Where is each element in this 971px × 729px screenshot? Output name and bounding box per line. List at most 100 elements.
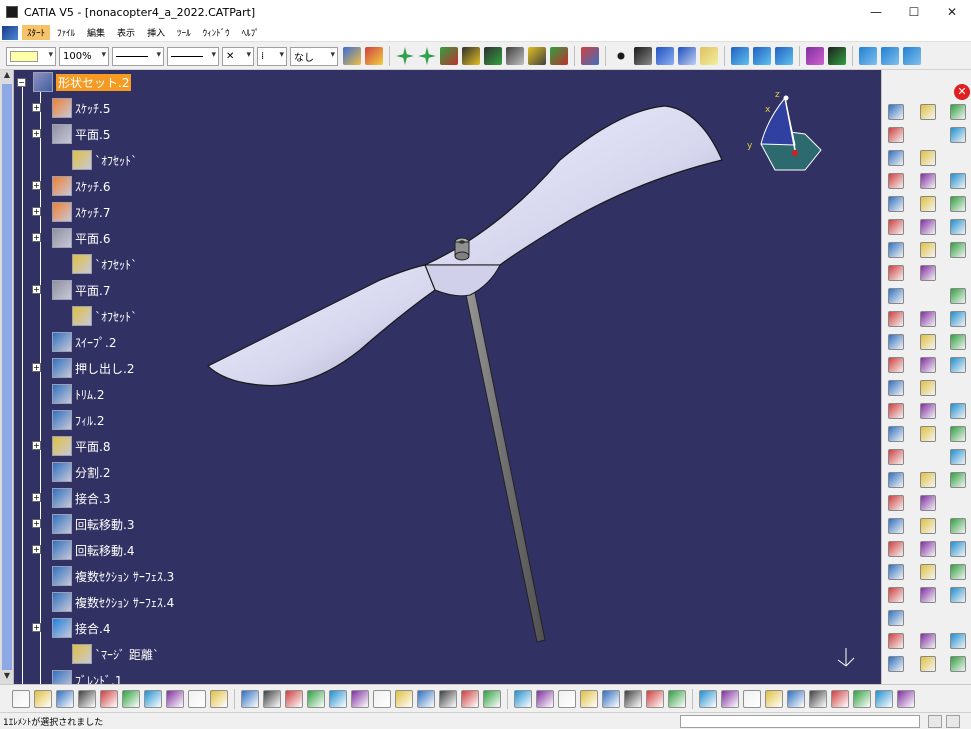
tool-icon[interactable] [920, 104, 936, 120]
plane-icon[interactable] [700, 47, 718, 65]
maximize-button[interactable]: ☐ [895, 0, 933, 24]
tree-item[interactable]: + ｽｹｯﾁ.5 [32, 97, 110, 119]
toolbar-icon[interactable] [307, 689, 325, 708]
tool-icon[interactable] [888, 196, 904, 212]
properties-icon[interactable] [365, 47, 383, 65]
polyline-icon[interactable] [634, 47, 652, 65]
line-tool-icon[interactable] [484, 47, 502, 65]
view-top-icon[interactable] [775, 47, 793, 65]
tool-icon[interactable] [888, 449, 904, 465]
tool-icon[interactable] [950, 472, 966, 488]
surface-icon[interactable] [678, 47, 696, 65]
render-style-combo[interactable]: ⁞ [257, 46, 287, 66]
toolbar-icon[interactable] [514, 689, 532, 708]
snap-move-icon[interactable] [418, 47, 436, 65]
toolbar-icon[interactable] [853, 689, 871, 708]
tool-icon[interactable] [920, 633, 936, 649]
layer-combo[interactable]: なし [290, 46, 338, 66]
toolbar-icon[interactable] [699, 689, 717, 708]
tool-icon[interactable] [888, 173, 904, 189]
tool-icon[interactable] [950, 127, 966, 143]
tool-icon[interactable] [888, 357, 904, 373]
toolbar-icon[interactable] [263, 689, 281, 708]
expand-icon[interactable]: + [32, 181, 41, 190]
tool-icon[interactable] [950, 656, 966, 672]
catalog-icon[interactable] [581, 47, 599, 65]
toolbar-icon[interactable] [624, 689, 642, 708]
tree-item[interactable]: + ｽｹｯﾁ.7 [32, 201, 110, 223]
tool-icon[interactable] [950, 357, 966, 373]
menu-help[interactable]: ﾍﾙﾌﾟ [237, 25, 265, 40]
toolbar-icon[interactable] [78, 689, 96, 708]
tree-item[interactable]: + 回転移動.4 [32, 539, 134, 561]
toolbar-icon[interactable] [765, 689, 783, 708]
tree-item[interactable]: + 平面.8 [32, 435, 110, 457]
tree-item[interactable]: `ｵﾌｾｯﾄ` [72, 149, 137, 171]
tool-icon[interactable] [950, 633, 966, 649]
tree-item[interactable]: + 平面.5 [32, 123, 110, 145]
tree-item[interactable]: + 押し出し.2 [32, 357, 134, 379]
expand-icon[interactable]: + [32, 207, 41, 216]
toolbar-icon[interactable] [483, 689, 501, 708]
tool-icon[interactable] [888, 564, 904, 580]
toolbar-icon[interactable] [875, 689, 893, 708]
tool-icon[interactable] [888, 334, 904, 350]
view-iso-icon[interactable] [753, 47, 771, 65]
tool-icon[interactable] [888, 380, 904, 396]
expand-icon[interactable]: + [32, 103, 41, 112]
tool-icon[interactable] [888, 541, 904, 557]
tool-icon[interactable] [888, 426, 904, 442]
tool-icon[interactable] [888, 288, 904, 304]
toolbar-icon[interactable] [188, 689, 206, 708]
tree-item[interactable]: 複数ｾｸｼｮﾝ ｻｰﾌｪｽ.3 [52, 565, 174, 587]
toolbar-icon[interactable] [285, 689, 303, 708]
tool-icon[interactable] [920, 518, 936, 534]
tool-icon[interactable] [888, 150, 904, 166]
toolbar-icon[interactable] [395, 689, 413, 708]
toolbar-icon[interactable] [439, 689, 457, 708]
tool-icon[interactable] [920, 495, 936, 511]
toolbar-icon[interactable] [809, 689, 827, 708]
tree-item[interactable]: ﾌﾞﾚﾝﾄﾞ.1 [52, 669, 122, 684]
tool-icon[interactable] [950, 104, 966, 120]
menu-edit[interactable]: 編集 [82, 25, 110, 40]
tool-icon[interactable] [888, 518, 904, 534]
toolbar-icon[interactable] [122, 689, 140, 708]
toolbar-icon[interactable] [743, 689, 761, 708]
tool-icon[interactable] [950, 449, 966, 465]
toolbar-icon[interactable] [351, 689, 369, 708]
status-button-1[interactable] [928, 715, 942, 728]
blade-upper-part[interactable] [424, 105, 723, 266]
catia-menu-logo-icon[interactable] [2, 25, 18, 40]
toolbar-icon[interactable] [668, 689, 686, 708]
toolbar-icon[interactable] [831, 689, 849, 708]
tree-item[interactable]: `ｵﾌｾｯﾄ` [72, 253, 137, 275]
expand-icon[interactable]: + [32, 519, 41, 528]
toolbar-icon[interactable] [12, 689, 30, 708]
tree-item[interactable]: 分割.2 [52, 461, 110, 483]
status-button-2[interactable] [946, 715, 960, 728]
tool-icon[interactable] [888, 403, 904, 419]
toolbar-icon[interactable] [329, 689, 347, 708]
toolbar-icon[interactable] [536, 689, 554, 708]
spec-tree-icon[interactable] [806, 47, 824, 65]
tool-icon[interactable] [920, 541, 936, 557]
expand-icon[interactable]: + [32, 441, 41, 450]
tool-icon[interactable] [888, 104, 904, 120]
tool-icon[interactable] [920, 357, 936, 373]
tool-icon[interactable] [888, 587, 904, 603]
tool-icon[interactable] [920, 242, 936, 258]
expand-icon[interactable]: + [32, 129, 41, 138]
menu-view[interactable]: 表示 [112, 25, 140, 40]
tool-icon[interactable] [950, 242, 966, 258]
tool-icon[interactable] [950, 518, 966, 534]
tool-icon[interactable] [950, 173, 966, 189]
menu-start[interactable]: ｽﾀｰﾄ [22, 25, 51, 40]
tree-item[interactable]: 複数ｾｸｼｮﾝ ｻｰﾌｪｽ.4 [52, 591, 174, 613]
tool-icon[interactable] [920, 334, 936, 350]
toolbar-icon[interactable] [100, 689, 118, 708]
hub-part[interactable] [424, 264, 501, 297]
blade-lower-part[interactable] [206, 264, 436, 387]
lineweight-combo[interactable] [167, 46, 219, 66]
toolbar-icon[interactable] [56, 689, 74, 708]
